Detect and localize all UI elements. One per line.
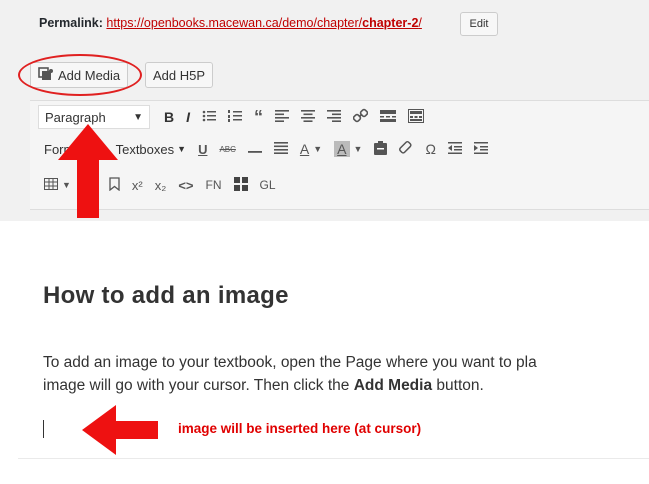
eraser-icon[interactable]: [399, 140, 413, 158]
outdent-icon[interactable]: [447, 141, 462, 157]
permalink-label: Permalink:: [39, 16, 103, 30]
textboxes-select[interactable]: Textboxes ▼: [116, 142, 186, 157]
editor-toolbar: Paragraph ▼ B I “ Formats▼: [30, 100, 649, 210]
add-h5p-button[interactable]: Add H5P: [145, 62, 214, 88]
bullet-list-icon[interactable]: [202, 109, 217, 125]
chevron-down-icon[interactable]: ▼: [354, 144, 363, 154]
blockquote-icon[interactable]: “: [254, 107, 263, 128]
horizontal-line-icon[interactable]: [247, 141, 262, 157]
italic-icon[interactable]: I: [186, 109, 190, 125]
permalink-url-suffix: /: [418, 16, 422, 30]
align-center-icon[interactable]: [301, 109, 316, 125]
format-select-value: Paragraph: [45, 109, 106, 125]
subscript-icon[interactable]: x₂: [155, 178, 167, 193]
permalink-url[interactable]: https://openbooks.macewan.ca/demo/chapte…: [106, 16, 421, 30]
chevron-down-icon: ▼: [133, 111, 143, 123]
indent-icon[interactable]: [473, 141, 488, 157]
justify-icon[interactable]: [273, 141, 288, 157]
align-right-icon[interactable]: [327, 109, 342, 125]
numbered-list-icon[interactable]: [228, 109, 243, 125]
permalink-url-slug: chapter-2: [362, 16, 419, 30]
glossary-button[interactable]: GL: [260, 178, 276, 192]
code-icon[interactable]: <>: [178, 178, 193, 193]
permalink-row: Permalink: https://openbooks.macewan.ca/…: [39, 16, 422, 30]
highlight-circle: [18, 54, 142, 96]
background-color-icon[interactable]: A: [334, 141, 350, 157]
paragraph-line-2: image will go with your cursor. Then cli…: [43, 374, 643, 397]
paragraph-line-1: To add an image to your textbook, open t…: [43, 354, 537, 371]
strikethrough-icon[interactable]: ABC: [219, 145, 235, 154]
content-paragraph: To add an image to your textbook, open t…: [43, 351, 643, 397]
permalink-url-prefix: https://openbooks.macewan.ca/demo/chapte…: [106, 16, 363, 30]
grid-icon[interactable]: [233, 176, 248, 194]
paragraph-line-2-prefix: image will go with your cursor. Then cli…: [43, 377, 354, 394]
align-left-icon[interactable]: [275, 109, 290, 125]
footnote-button[interactable]: FN: [206, 178, 222, 192]
paragraph-line-2-bold: Add Media: [353, 377, 433, 394]
paste-text-icon[interactable]: [374, 140, 388, 158]
text-cursor[interactable]: [43, 420, 44, 438]
superscript-icon[interactable]: x²: [132, 178, 143, 193]
table-icon[interactable]: [44, 177, 58, 193]
divider: [18, 458, 649, 459]
toolbar-toggle-icon[interactable]: [408, 108, 425, 126]
content-heading: How to add an image: [43, 282, 289, 309]
text-color-icon[interactable]: A: [300, 141, 309, 157]
special-character-icon[interactable]: Ω: [425, 141, 435, 157]
arrow-up-icon: [58, 124, 118, 218]
permalink-edit-button[interactable]: Edit: [460, 12, 498, 36]
textboxes-select-label: Textboxes: [115, 141, 175, 157]
annotation-note: image will be inserted here (at cursor): [178, 421, 422, 436]
read-more-icon[interactable]: [380, 109, 397, 125]
arrow-left-icon: [82, 405, 158, 455]
paragraph-line-2-suffix: button.: [432, 377, 484, 394]
chevron-down-icon[interactable]: ▼: [313, 144, 322, 154]
underline-icon[interactable]: U: [198, 142, 207, 157]
link-icon[interactable]: [352, 108, 369, 126]
chevron-down-icon: ▼: [177, 144, 187, 154]
bold-icon[interactable]: B: [164, 109, 174, 125]
